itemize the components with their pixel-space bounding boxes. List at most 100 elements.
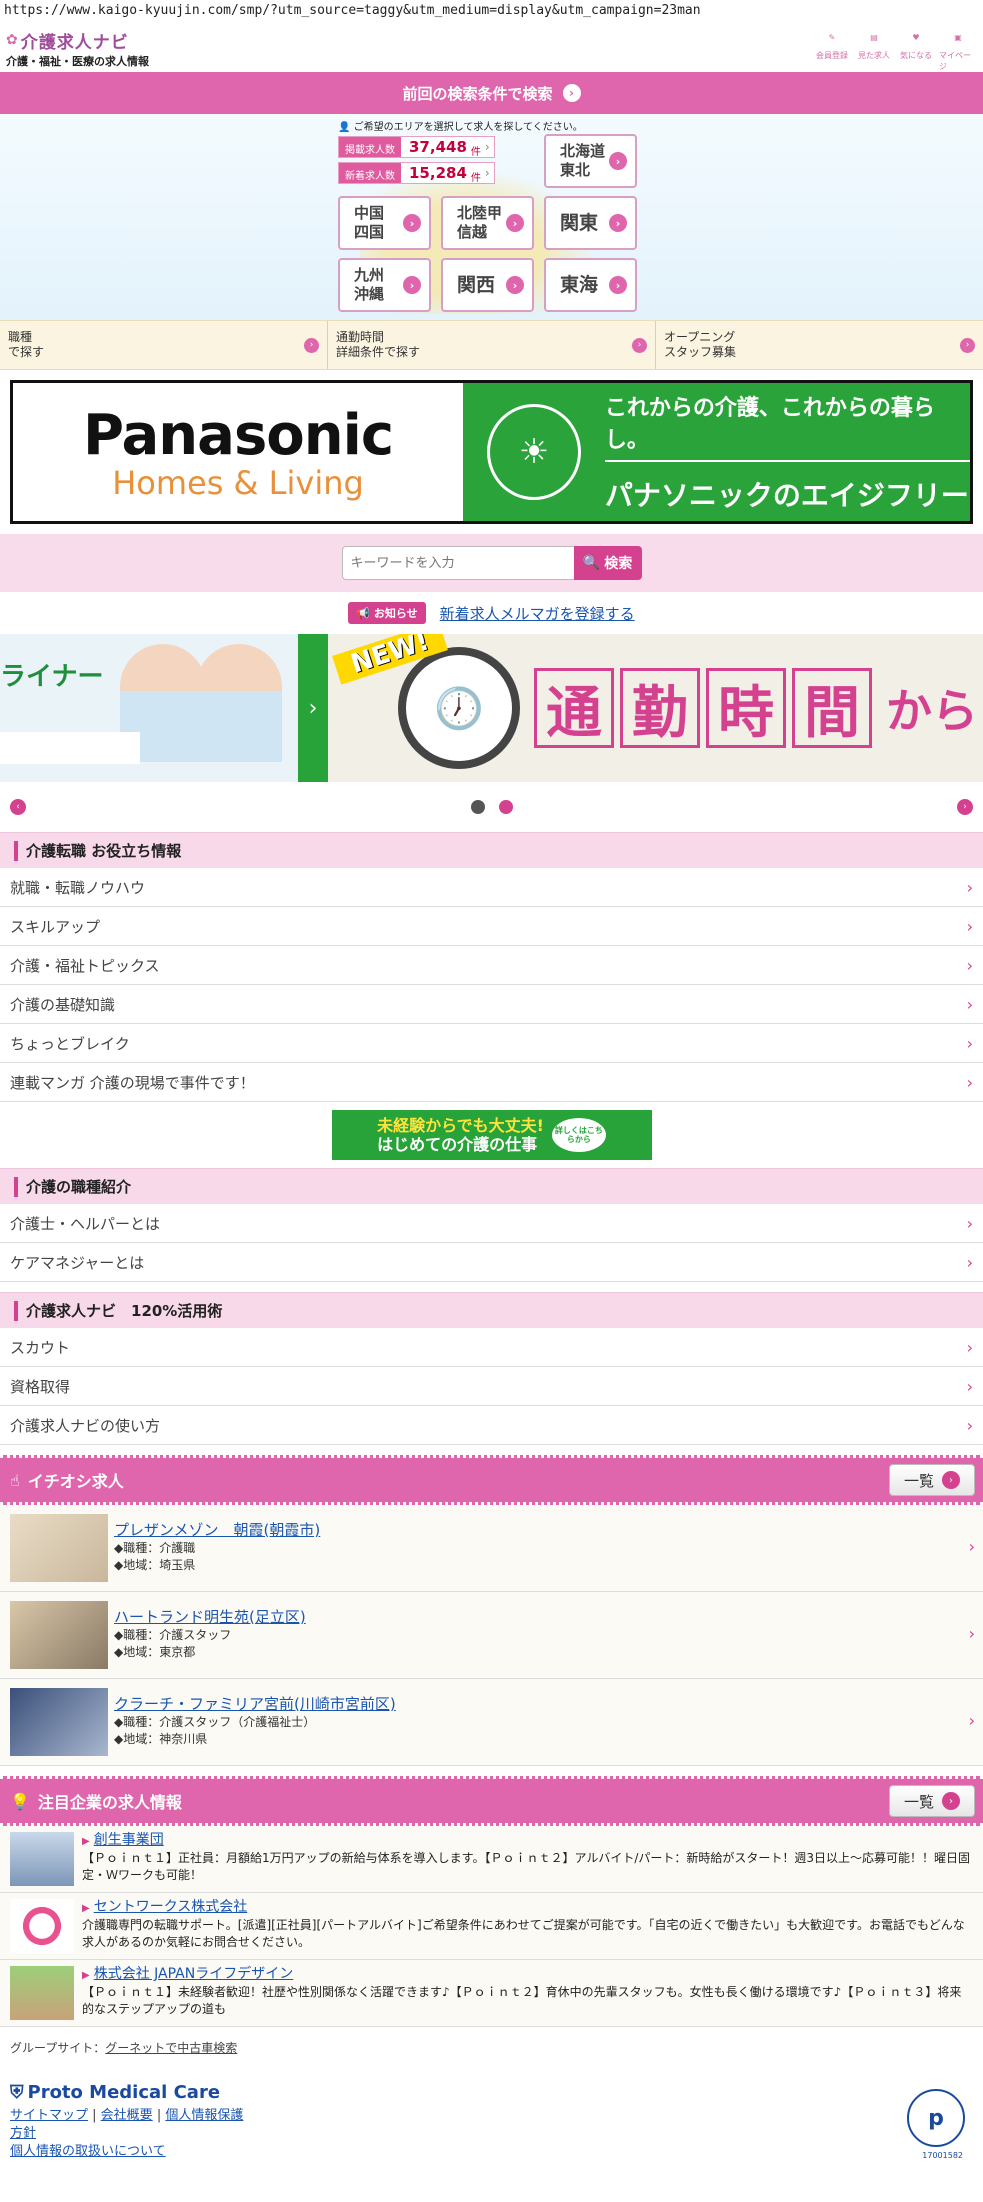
promo-line1: 未経験からでも大丈夫! [377,1116,544,1135]
total-jobs-label: 掲載求人数 [339,137,401,157]
search-by-job-type[interactable]: 職種 で探す › [0,321,328,369]
favorites-label: 気になる [900,51,932,60]
site-logo[interactable]: ✿ 介護求人ナビ 介護・福祉・医療の求人情報 [6,28,149,69]
carousel-dot[interactable] [498,800,513,814]
item-label: 資格取得 [10,1377,71,1396]
company-link[interactable]: 株式会社 JAPANライフデザイン [94,1966,294,1982]
job-type: ◆職種：介護職 [114,1541,196,1555]
group-sites: グループサイト：グーネットで中古車検索 [10,2039,973,2056]
job-link[interactable]: クラーチ・ファミリア宮前(川崎市宮前区) [114,1695,396,1713]
region-label: 東海 [560,273,599,296]
company-overview-link[interactable]: 会社概要 [101,2108,153,2123]
company-link[interactable]: 創生事業団 [94,1832,164,1848]
company-link[interactable]: セントワークス株式会社 [94,1899,248,1915]
register-button[interactable]: ✎ 会員登録 [813,24,851,72]
sitemap-link[interactable]: サイトマップ [10,2108,88,2123]
chevron-right-icon: › [966,877,973,897]
ad-tagline: これからの介護、これからの暮らし。 [604,390,970,462]
carousel-slide-commute[interactable]: NEW! 🕖 通 勤 時 間 から [328,634,983,782]
region-tokai[interactable]: 東海 › [544,258,637,312]
total-jobs-count[interactable]: 掲載求人数 37,448 件 › [338,136,495,158]
list-item[interactable]: ちょっとブレイク › [0,1024,983,1063]
previous-search-button[interactable]: 前回の検索条件で検索 › [0,72,983,114]
recommended-header: ☝ イチオシ求人 一覧 › [0,1455,983,1505]
kara-text: から [886,684,978,738]
search-opening-staff[interactable]: オープニング スタッフ募集 › [656,321,983,369]
company-logo[interactable]: ⛨ Proto Medical Care [10,2082,973,2103]
company-item[interactable]: ▶ 創生事業団 【Ｐｏｉｎｔ１】正社員：月額給1万円アップの新給与体系を導入します… [0,1826,983,1893]
featured-companies: ▶ 創生事業団 【Ｐｏｉｎｔ１】正社員：月額給1万円アップの新給与体系を導入します… [0,1826,983,2027]
carousel-dot[interactable] [470,800,485,814]
region-hokuriku[interactable]: 北陸甲信越 › [441,196,534,250]
mypage-button[interactable]: ▣ マイページ [939,24,977,72]
footer-links: サイトマップ | 会社概要 | 個人情報保護 方針 個人情報の取扱いについて [10,2108,244,2159]
job-thumbnail [10,1514,108,1582]
job-item[interactable]: ハートランド明生苑(足立区) ◆職種：介護スタッフ ◆地域：東京都 › [0,1592,983,1679]
region-label: 北海道東北 [560,142,606,179]
triangle-right-icon: ▶ [82,1970,90,1981]
promo-line2: はじめての介護の仕事 [377,1135,538,1154]
group-site-link[interactable]: グーネットで中古車検索 [105,2041,237,2055]
policy-link[interactable]: 方針 [10,2126,36,2141]
recommended-list-button[interactable]: 一覧 › [889,1464,975,1496]
list-item[interactable]: 介護士・ヘルパーとは › [0,1204,983,1243]
chevron-right-icon: › [960,337,975,353]
newsletter-link[interactable]: 新着求人メルマガを登録する [440,603,635,624]
beginner-promo-banner[interactable]: 未経験からでも大丈夫! はじめての介護の仕事 詳しくはこちらから [331,1110,652,1160]
job-item[interactable]: プレザンメゾン 朝霞(朝霞市) ◆職種：介護職 ◆地域：埼玉県 › [0,1505,983,1592]
job-item[interactable]: クラーチ・ファミリア宮前(川崎市宮前区) ◆職種：介護スタッフ（介護福祉士） ◆… [0,1679,983,1766]
chevron-right-icon: › [609,276,627,294]
carousel-next-button[interactable]: › [957,799,973,815]
region-chugoku-shikoku[interactable]: 中国四国 › [338,196,431,250]
region-hokkaido-tohoku[interactable]: 北海道東北 › [544,134,637,188]
chevron-right-icon: › [942,1792,960,1810]
mypage-label: マイページ [939,51,971,71]
staff-photo [196,644,282,762]
new-jobs-count[interactable]: 新着求人数 15,284 件 › [338,162,495,184]
carousel[interactable]: ライナー › NEW! 🕖 通 勤 時 間 から [0,634,983,782]
history-icon: ▤ [870,32,878,42]
chevron-right-icon: › [942,1471,960,1489]
list-item[interactable]: 連載マンガ 介護の現場で事件です！ › [0,1063,983,1102]
navi120-list: スカウト › 資格取得 › 介護求人ナビの使い方 › [0,1328,983,1445]
privacy-link[interactable]: 個人情報保護 [165,2108,243,2123]
area-search: 👤 ご希望のエリアを選択して求人を探してください。 掲載求人数 37,448 件… [0,114,983,320]
list-item[interactable]: 介護の基礎知識 › [0,985,983,1024]
carousel-slide-a[interactable]: ライナー [0,634,298,782]
featured-list-button[interactable]: 一覧 › [889,1785,975,1817]
region-kansai[interactable]: 関西 › [441,258,534,312]
region-kyushu-okinawa[interactable]: 九州沖縄 › [338,258,431,312]
chevron-right-icon: › [966,994,973,1014]
chevron-right-icon: › [968,1624,975,1643]
list-item[interactable]: 資格取得 › [0,1367,983,1406]
list-item[interactable]: 介護・福祉トピックス › [0,946,983,985]
job-link[interactable]: ハートランド明生苑(足立区) [114,1608,306,1626]
company-item[interactable]: ▶ 株式会社 JAPANライフデザイン 【Ｐｏｉｎｔ１】未経験者歓迎！社歴や性別関… [0,1960,983,2027]
list-item[interactable]: 就職・転職ノウハウ › [0,868,983,907]
search-icon: 🔍 [582,555,601,571]
company-thumbnail [10,1832,74,1886]
keyword-search-button[interactable]: 🔍 検索 [573,546,642,580]
section-title: 介護求人ナビ 120%活用術 [0,1292,983,1328]
list-item[interactable]: ケアマネジャーとは › [0,1243,983,1282]
company-item[interactable]: ▶ セントワークス株式会社 介護職専門の転職サポート。[派遣][正社員][パートア… [0,1893,983,1960]
carousel-prev-button[interactable]: ‹ [10,799,26,815]
chevron-right-icon: › [966,1415,973,1435]
search-by-commute[interactable]: 通勤時間 詳細条件で探す › [328,321,656,369]
keyword-input[interactable] [341,546,574,580]
viewed-jobs-button[interactable]: ▤ 見た求人 [855,24,893,72]
list-item[interactable]: スキルアップ › [0,907,983,946]
list-item[interactable]: 介護求人ナビの使い方 › [0,1406,983,1445]
address-bar[interactable]: https://www.kaigo-kyuujin.com/smp/?utm_s… [0,0,983,24]
megaphone-icon: 📢 [356,607,371,620]
job-area: ◆地域：神奈川県 [114,1732,208,1746]
ad-banner[interactable]: Panasonic Homes & Living ☀ これからの介護、これからの… [10,380,973,524]
company-desc: 介護職専門の転職サポート。[派遣][正社員][パートアルバイト]ご希望条件にあわ… [82,1918,965,1949]
privacy-handling-link[interactable]: 個人情報の取扱いについて [10,2144,166,2159]
region-kanto[interactable]: 関東 › [544,196,637,250]
list-item[interactable]: スカウト › [0,1328,983,1367]
chevron-right-icon: › [966,1376,973,1396]
company-thumbnail [10,1966,74,2020]
favorites-button[interactable]: ♥ 気になる [897,24,935,72]
job-link[interactable]: プレザンメゾン 朝霞(朝霞市) [114,1521,320,1539]
